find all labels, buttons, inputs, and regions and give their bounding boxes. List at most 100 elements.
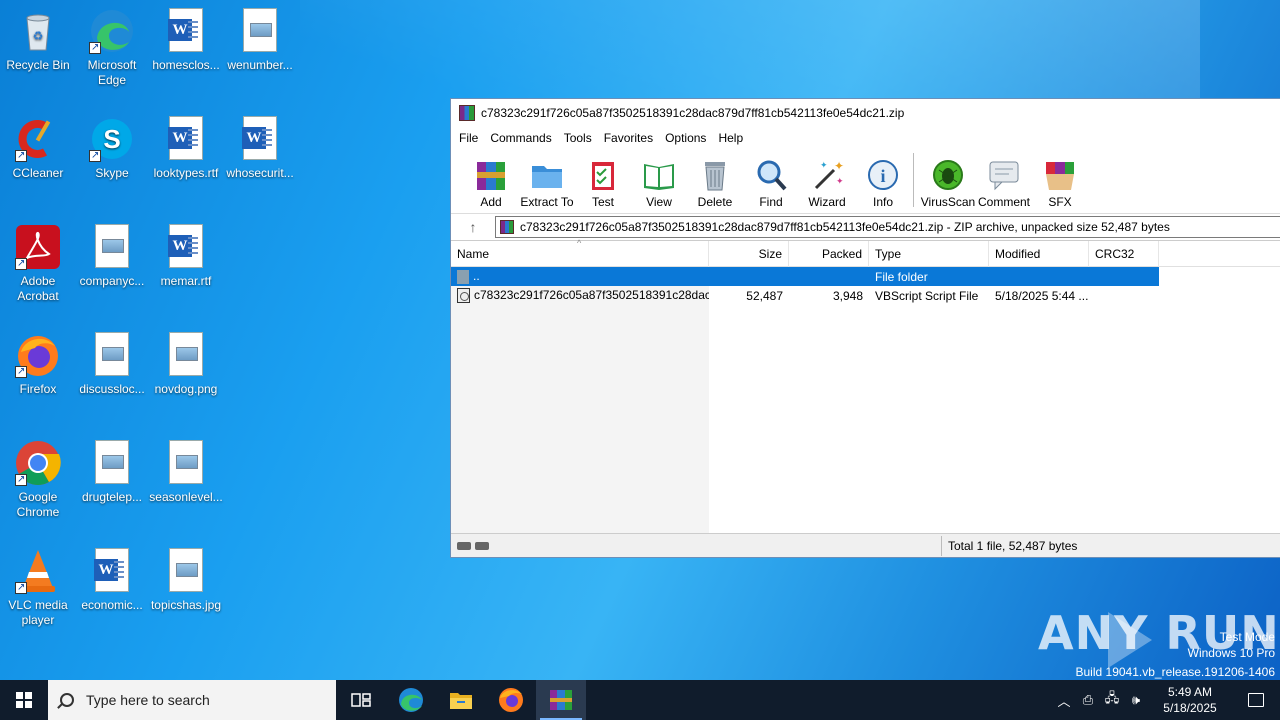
sfx-button[interactable]: SFX — [1032, 158, 1088, 209]
taskbar-winrar[interactable] — [536, 680, 586, 720]
windows-logo-icon — [16, 692, 32, 708]
svg-text:S: S — [103, 124, 120, 154]
winrar-icon — [550, 690, 572, 710]
chevron-up-icon[interactable]: ︿ — [1052, 691, 1076, 710]
desktop-icon-google-chrome[interactable]: Google Chrome — [0, 440, 76, 520]
edge-icon — [399, 688, 423, 712]
desktop-icon-looktypes[interactable]: W looktypes.rtf — [148, 116, 224, 181]
notification-center-button[interactable] — [1232, 693, 1280, 707]
device-icon[interactable]: ⎙ — [1076, 692, 1100, 708]
address-field[interactable]: c78323c291f726c05a87f3502518391c28dac879… — [495, 215, 1280, 238]
desktop-icon-homesclos[interactable]: W homesclos... — [148, 8, 224, 73]
drive-icon[interactable] — [457, 541, 471, 550]
column-size[interactable]: Size — [709, 240, 789, 267]
word-doc-icon: W — [89, 548, 135, 594]
desktop-icon-discussloc[interactable]: discussloc... — [74, 332, 150, 397]
add-button[interactable]: Add — [463, 158, 519, 209]
menu-favorites[interactable]: Favorites — [598, 131, 659, 145]
word-doc-icon: W — [163, 116, 209, 162]
desktop-icon-firefox[interactable]: Firefox — [0, 332, 76, 397]
toolbar-separator — [913, 153, 914, 207]
desktop-icon-microsoft-edge[interactable]: Microsoft Edge — [74, 8, 150, 88]
desktop-icon-adobe-acrobat[interactable]: Adobe Acrobat — [0, 224, 76, 304]
address-text: c78323c291f726c05a87f3502518391c28dac879… — [520, 219, 1170, 234]
virusscan-button[interactable]: VirusScan — [920, 158, 976, 209]
winrar-window[interactable]: c78323c291f726c05a87f3502518391c28dac879… — [450, 98, 1280, 558]
image-file-icon — [237, 8, 283, 54]
image-file-icon — [89, 332, 135, 378]
windows-edition-label: Windows 10 Pro — [1187, 646, 1275, 660]
network-icon[interactable]: 🖧 — [1100, 689, 1124, 711]
desktop-icon-ccleaner[interactable]: CCleaner — [0, 116, 76, 181]
desktop-icon-skype[interactable]: S Skype — [74, 116, 150, 181]
image-file-icon — [89, 440, 135, 486]
test-button[interactable]: Test — [575, 158, 631, 209]
firefox-icon — [499, 688, 523, 712]
key-icon[interactable] — [475, 541, 489, 550]
image-file-icon — [89, 224, 135, 270]
view-button[interactable]: View — [631, 158, 687, 209]
info-icon: i — [866, 158, 900, 192]
menu-file[interactable]: File — [453, 131, 484, 145]
table-row[interactable]: .. File folder — [451, 267, 1159, 286]
menu-tools[interactable]: Tools — [558, 131, 598, 145]
desktop-icon-vlc[interactable]: VLC media player — [0, 548, 76, 628]
taskbar-firefox[interactable] — [486, 680, 536, 720]
menu-options[interactable]: Options — [659, 131, 712, 145]
svg-text:i: i — [880, 166, 885, 186]
sfx-box-icon — [1043, 158, 1077, 192]
comment-icon — [987, 158, 1021, 192]
toolbar: Add Extract To Test View Delete Find ✦ ✦ ✦… — [451, 149, 1280, 213]
taskbar-edge[interactable] — [386, 680, 436, 720]
image-file-icon — [163, 332, 209, 378]
recycle-bin-icon: ♻ — [15, 8, 61, 54]
start-button[interactable] — [0, 680, 48, 720]
magnifier-icon — [754, 158, 788, 192]
skype-icon: S — [89, 116, 135, 163]
desktop-icon-wenumber[interactable]: wenumber... — [222, 8, 298, 73]
desktop-icon-seasonlevel[interactable]: seasonlevel... — [148, 440, 224, 505]
find-button[interactable]: Find — [743, 158, 799, 209]
svg-text:♻: ♻ — [33, 29, 44, 43]
window-titlebar[interactable]: c78323c291f726c05a87f3502518391c28dac879… — [451, 99, 1280, 127]
desktop-icon-companyc[interactable]: companyc... — [74, 224, 150, 289]
taskbar-search[interactable]: Type here to search — [48, 680, 336, 720]
volume-icon[interactable]: 🕪 — [1124, 692, 1148, 708]
archive-icon — [500, 219, 514, 234]
clock[interactable]: 5:49 AM 5/18/2025 — [1148, 684, 1232, 716]
notification-icon — [1248, 693, 1264, 707]
file-list[interactable]: Name Size Packed Type Modified CRC32 ^ .… — [451, 238, 1280, 534]
vlc-icon — [15, 548, 61, 595]
table-row[interactable]: c78323c291f726c05a87f3502518391c28dac...… — [451, 286, 1280, 305]
clipboard-check-icon — [586, 158, 620, 192]
desktop-icon-novdog[interactable]: novdog.png — [148, 332, 224, 397]
desktop-icon-whosecurit[interactable]: W whosecurit... — [222, 116, 298, 181]
desktop-icon-drugtelep[interactable]: drugtelep... — [74, 440, 150, 505]
menu-help[interactable]: Help — [712, 131, 749, 145]
column-packed[interactable]: Packed — [789, 240, 869, 267]
column-type[interactable]: Type — [869, 240, 989, 267]
desktop-icon-memar[interactable]: W memar.rtf — [148, 224, 224, 289]
up-arrow-icon[interactable]: ↑ — [451, 219, 495, 235]
system-tray: ︿ ⎙ 🖧 🕪 5:49 AM 5/18/2025 — [1052, 680, 1280, 720]
desktop-icon-recycle-bin[interactable]: ♻ Recycle Bin — [0, 8, 76, 73]
trash-icon — [698, 158, 732, 192]
image-file-icon — [163, 440, 209, 486]
extract-to-button[interactable]: Extract To — [519, 158, 575, 209]
task-view-button[interactable] — [336, 680, 386, 720]
wizard-button[interactable]: ✦ ✦ ✦ Wizard — [799, 158, 855, 209]
desktop-icon-economic[interactable]: W economic... — [74, 548, 150, 613]
taskbar-file-explorer[interactable] — [436, 680, 486, 720]
build-label: Build 19041.vb_release.191206-1406 — [1075, 665, 1276, 679]
delete-button[interactable]: Delete — [687, 158, 743, 209]
info-button[interactable]: i Info — [855, 158, 911, 209]
comment-button[interactable]: Comment — [976, 158, 1032, 209]
column-modified[interactable]: Modified — [989, 240, 1089, 267]
folder-up-icon — [457, 269, 469, 284]
ccleaner-icon — [15, 116, 61, 163]
column-crc32[interactable]: CRC32 — [1089, 240, 1159, 267]
add-archive-icon — [474, 158, 508, 192]
menu-commands[interactable]: Commands — [484, 131, 557, 145]
folder-icon — [530, 158, 564, 192]
desktop-icon-topicshas[interactable]: topicshas.jpg — [148, 548, 224, 613]
